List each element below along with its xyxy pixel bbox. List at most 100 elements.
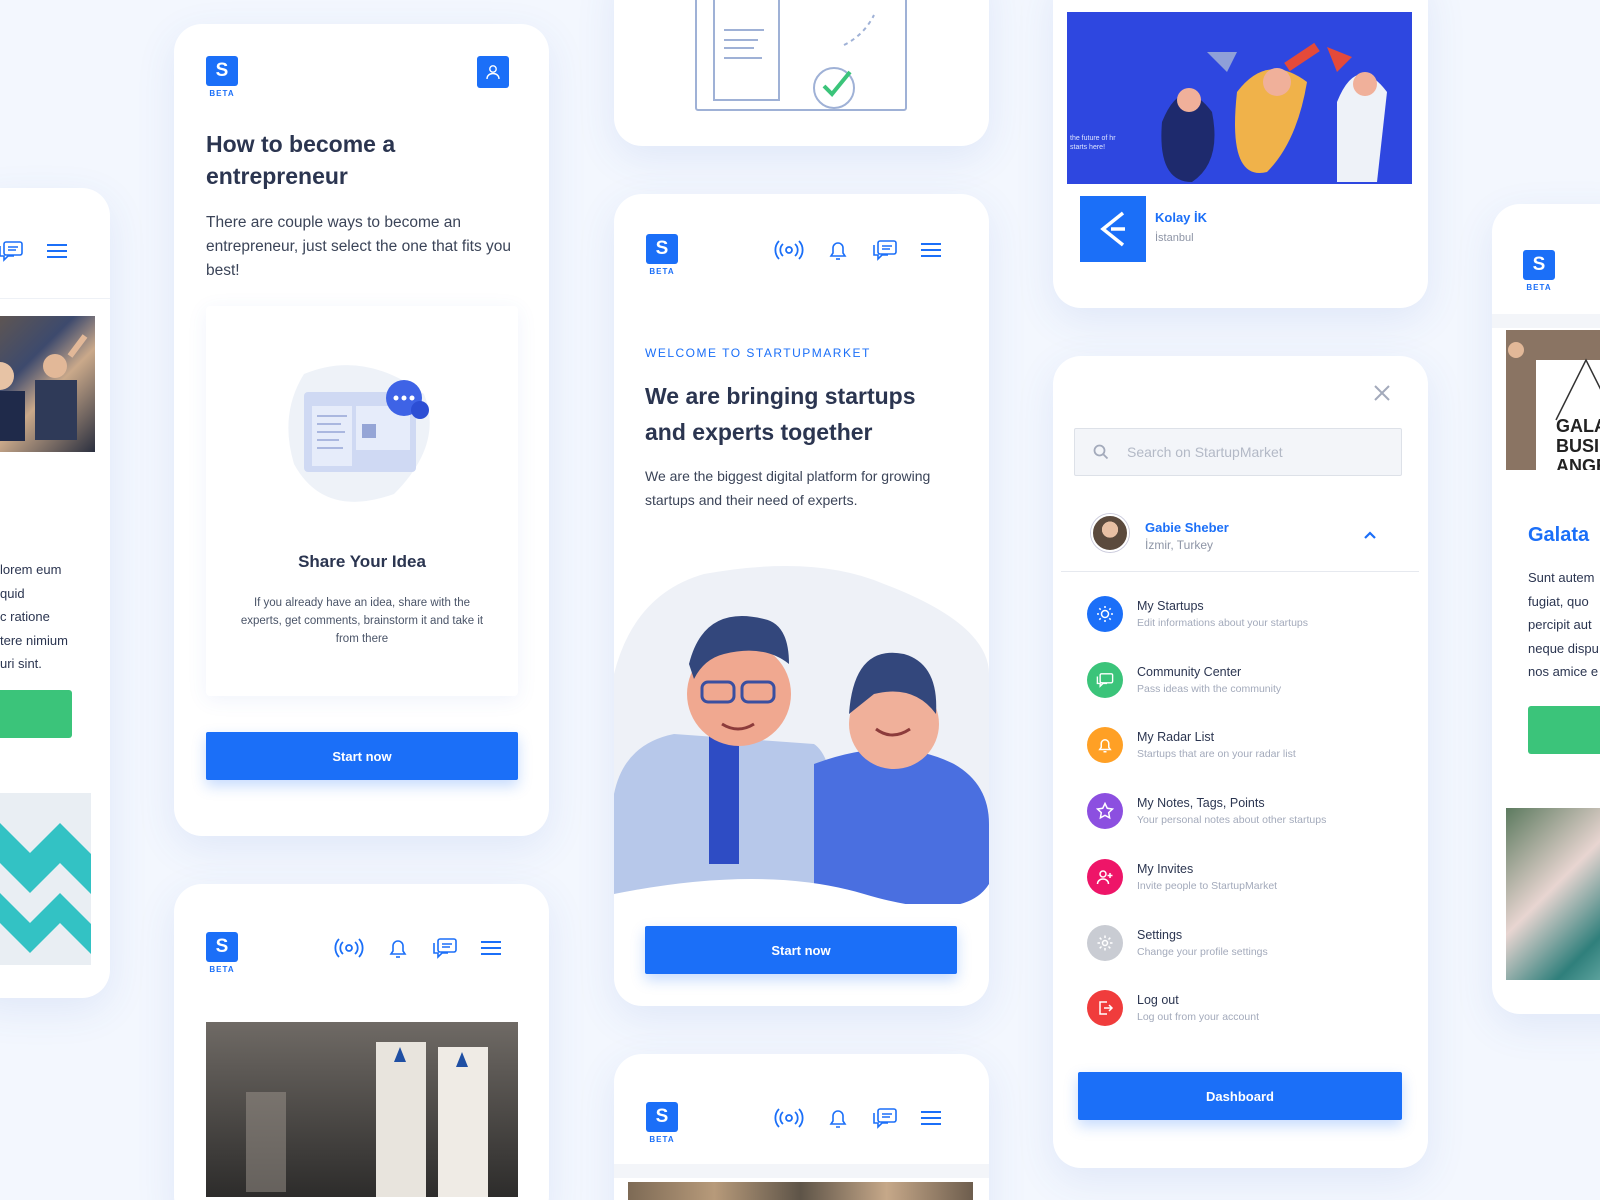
menu-item-subtitle: Edit informations about your startups [1137,617,1309,629]
radar-icon[interactable] [334,937,364,964]
founders-illustration [614,564,989,909]
chat-icon[interactable] [0,240,24,267]
galata-photo: GALA BUSIN ANGE [1506,330,1600,470]
menu-item-community-center[interactable]: Community Center Pass ideas with the comm… [1087,662,1281,698]
radar-icon[interactable] [774,1107,804,1134]
hamburger-menu-icon[interactable] [46,242,68,265]
divider [614,1164,989,1178]
menu-item-my-startups[interactable]: My Startups Edit informations about your … [1087,596,1308,632]
menu-item-title: Settings [1137,928,1183,942]
close-icon [1374,385,1390,401]
close-button[interactable] [1367,378,1397,408]
hamburger-menu-icon[interactable] [920,241,942,264]
right-partial-card: S BETA GALA BUSIN ANGE Galata Sunt autem… [1492,204,1600,1014]
menu-item-title: My Radar List [1137,730,1215,744]
menu-item-my-invites[interactable]: My Invites Invite people to StartupMarket [1087,859,1277,895]
user-name: Gabie Sheber [1145,520,1229,535]
menu-item-my-radar-list[interactable]: My Radar List Startups that are on your r… [1087,727,1296,763]
menu-item-settings[interactable]: Settings Change your profile settings [1087,925,1268,961]
star-icon [1087,793,1123,829]
search-icon [1093,444,1109,460]
chat-icon [1087,662,1123,698]
menu-item-log-out[interactable]: Log out Log out from your account [1087,990,1259,1026]
start-now-button[interactable]: Start now [645,926,957,974]
green-action-button[interactable] [1528,706,1600,754]
company-banner: the future of hr starts here! [1067,12,1412,184]
top-nav-icons [334,936,502,965]
eyebrow-label: WELCOME TO STARTUPMARKET [645,346,871,360]
cups-photo [206,1022,518,1197]
hamburger-menu-icon[interactable] [920,1109,942,1132]
menu-item-subtitle: Log out from your account [1137,1011,1259,1023]
company-card: the future of hr starts here! Kolay İK İ… [1053,0,1428,308]
brand-logo[interactable]: S BETA [645,234,679,276]
intro-text: There are couple ways to become an entre… [206,214,512,279]
search-input[interactable]: Search on StartupMarket [1127,444,1283,460]
logout-icon [1087,990,1123,1026]
menu-item-title: My Invites [1137,862,1194,876]
user-profile-row[interactable]: Gabie Sheber İzmir, Turkey [1061,498,1419,572]
brand-logo[interactable]: S BETA [205,56,239,98]
profile-button[interactable] [477,56,509,88]
menu-item-subtitle: Startups that are on your radar list [1137,748,1296,760]
gear-icon [1087,925,1123,961]
top-nav-icons [774,1106,942,1135]
menu-item-title: Log out [1137,993,1179,1007]
hero-text: We are the biggest digital platform for … [645,468,931,508]
menu-item-title: My Startups [1137,599,1204,613]
crowd-photo [628,1182,973,1200]
bell-icon[interactable] [826,238,850,267]
hamburger-menu-icon[interactable] [480,939,502,962]
chevron-up-icon[interactable] [1363,530,1377,540]
chat-icon[interactable] [872,239,898,266]
checklist-illustration [694,0,914,119]
company-logo[interactable] [1080,196,1146,262]
chat-icon[interactable] [432,937,458,964]
search-field[interactable]: Search on StartupMarket [1074,428,1402,476]
side-menu-card: Search on StartupMarket Gabie Sheber İzm… [1053,356,1428,1168]
banner-caption: the future of hr starts here! [1070,135,1116,151]
feed-card: S BETA [174,884,549,1200]
bell-icon[interactable] [826,1106,850,1135]
brand-logo[interactable]: S BETA [1522,250,1556,292]
event-photo [0,316,95,452]
divider [1492,314,1600,328]
menu-item-my-notes[interactable]: My Notes, Tags, Points Your personal note… [1087,793,1326,829]
add-user-icon [1087,859,1123,895]
top-nav-icons [774,238,942,267]
user-location: İzmir, Turkey [1145,538,1214,552]
divider [0,298,110,299]
green-action-button[interactable] [0,690,72,738]
menu-item-title: Community Center [1137,665,1242,679]
menu-item-subtitle: Change your profile settings [1137,946,1268,958]
company-name[interactable]: Kolay İK [1155,210,1207,225]
left-partial-card: lorem eum quid c ratione tere nimium uri… [0,188,110,998]
radar-icon[interactable] [774,239,804,266]
menu-item-title: My Notes, Tags, Points [1137,796,1265,810]
pattern-photo [0,793,91,965]
flowers-photo [1506,808,1600,980]
brand-logo[interactable]: S BETA [205,932,239,974]
user-icon [486,65,500,80]
checklist-illustration-card [614,0,989,146]
hero-title: We are bringing startups and experts tog… [645,383,916,445]
feed-card-2: S BETA [614,1054,989,1200]
feature-text: If you already have an idea, share with … [240,597,484,645]
left-card-text: lorem eum quid c ratione tere nimium uri… [0,562,68,671]
feature-card[interactable]: Share Your Idea If you already have an i… [206,306,518,696]
galata-sign-text: GALA BUSIN ANGE [1556,416,1600,470]
bell-icon[interactable] [386,936,410,965]
bell-icon [1087,727,1123,763]
feature-title: Share Your Idea [298,552,426,571]
start-now-button[interactable]: Start now [206,732,518,780]
right-card-text: Sunt autem fugiat, quo percipit aut nequ… [1528,570,1599,679]
avatar [1091,514,1129,552]
chat-icon[interactable] [872,1107,898,1134]
page-title: How to become a entrepreneur [206,131,396,189]
brand-logo[interactable]: S BETA [645,1102,679,1144]
galata-title: Galata [1528,524,1590,546]
sun-icon [1087,596,1123,632]
menu-item-subtitle: Your personal notes about other startups [1137,814,1327,826]
hero-card: S BETA WELCOME TO STARTUPMARKET We are b… [614,194,989,1006]
dashboard-button[interactable]: Dashboard [1078,1072,1402,1120]
